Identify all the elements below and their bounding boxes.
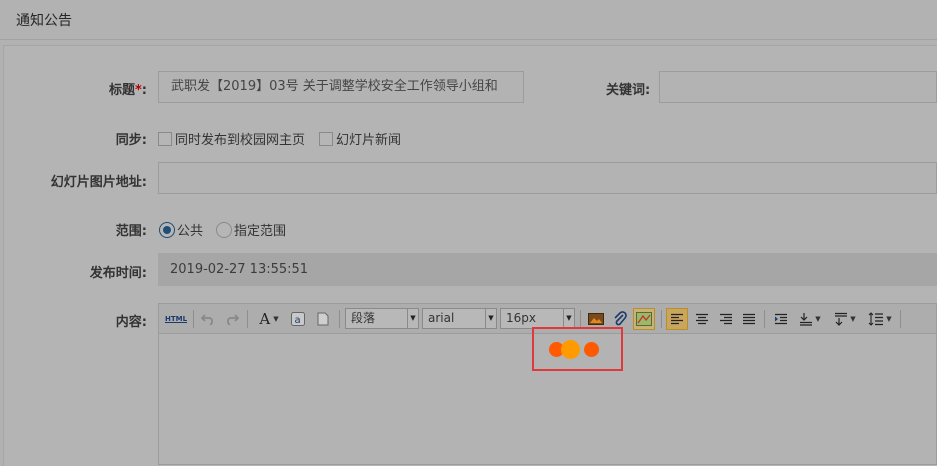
publish-time-field: 2019-02-27 13:55:51 xyxy=(158,253,937,286)
loading-dot xyxy=(584,342,599,357)
radio-label: 指定范围 xyxy=(234,224,287,239)
html-source-button[interactable]: HTML xyxy=(163,311,189,327)
attachment-icon[interactable] xyxy=(611,311,629,327)
indent-icon[interactable] xyxy=(771,311,791,327)
radio-dot[interactable] xyxy=(159,221,175,238)
toolbar-separator xyxy=(580,310,581,328)
required-mark: * xyxy=(134,83,142,98)
checkbox-box[interactable] xyxy=(319,131,333,146)
toolbar-separator xyxy=(247,310,248,328)
chevron-down-icon: ▼ xyxy=(273,315,279,323)
font-color-icon: A xyxy=(259,310,271,328)
chevron-down-icon: ▼ xyxy=(407,309,418,328)
title-label: 标题*: xyxy=(108,83,147,98)
loading-dot xyxy=(561,340,580,359)
special-char-icon[interactable]: a xyxy=(289,311,307,327)
slide-url-label: 幻灯片图片地址: xyxy=(50,175,147,190)
image-icon[interactable] xyxy=(586,311,606,327)
chevron-down-icon: ▼ xyxy=(886,315,892,323)
slide-url-input[interactable] xyxy=(158,162,937,194)
toolbar-separator xyxy=(661,310,662,328)
radio-dot[interactable] xyxy=(216,221,232,238)
scope-custom-radio[interactable]: 指定范围 xyxy=(216,220,286,239)
paragraph-after-icon[interactable]: ▼ xyxy=(831,311,859,327)
sync-slideshow-checkbox[interactable]: 幻灯片新闻 xyxy=(319,129,401,148)
align-right-icon[interactable] xyxy=(716,311,736,327)
chevron-down-icon: ▼ xyxy=(815,315,821,323)
paragraph-select[interactable]: 段落 ▼ xyxy=(345,308,419,329)
checkbox-label: 幻灯片新闻 xyxy=(336,133,402,148)
chevron-down-icon: ▼ xyxy=(563,309,574,328)
align-left-icon[interactable] xyxy=(666,308,688,330)
font-size-select[interactable]: 16px ▼ xyxy=(500,308,575,329)
sync-homepage-checkbox[interactable]: 同时发布到校园网主页 xyxy=(158,129,305,148)
align-justify-icon[interactable] xyxy=(739,311,759,327)
radio-label: 公共 xyxy=(177,224,204,239)
publish-time-label: 发布时间: xyxy=(89,266,147,281)
font-color-button[interactable]: A ▼ xyxy=(255,310,283,328)
toolbar-separator xyxy=(339,310,340,328)
checkbox-box[interactable] xyxy=(158,131,172,146)
checkbox-label: 同时发布到校园网主页 xyxy=(175,133,306,148)
map-icon[interactable] xyxy=(633,308,655,330)
redo-icon[interactable] xyxy=(223,311,241,327)
page-title: 通知公告 xyxy=(16,13,72,29)
toolbar-separator xyxy=(193,310,194,328)
chevron-down-icon: ▼ xyxy=(485,309,496,328)
loading-indicator xyxy=(532,327,623,371)
toolbar-separator xyxy=(764,310,765,328)
svg-text:a: a xyxy=(295,315,301,326)
sync-label: 同步: xyxy=(115,133,147,148)
page-header: 通知公告 xyxy=(0,0,937,40)
content-label: 内容: xyxy=(115,315,147,330)
scope-public-radio[interactable]: 公共 xyxy=(159,220,203,239)
chevron-down-icon: ▼ xyxy=(850,315,856,323)
keywords-label: 关键词: xyxy=(606,83,651,98)
scope-label: 范围: xyxy=(115,224,147,239)
font-family-select[interactable]: arial ▼ xyxy=(422,308,497,329)
line-height-icon[interactable]: ▼ xyxy=(865,311,895,327)
title-input[interactable]: 武职发【2019】03号 关于调整学校安全工作领导小组和 xyxy=(158,71,524,103)
toolbar-separator xyxy=(900,310,901,328)
undo-icon[interactable] xyxy=(199,311,217,327)
page-icon[interactable] xyxy=(314,311,332,327)
align-center-icon[interactable] xyxy=(692,311,712,327)
paragraph-before-icon[interactable]: ▼ xyxy=(796,311,824,327)
keywords-input[interactable] xyxy=(659,71,937,103)
